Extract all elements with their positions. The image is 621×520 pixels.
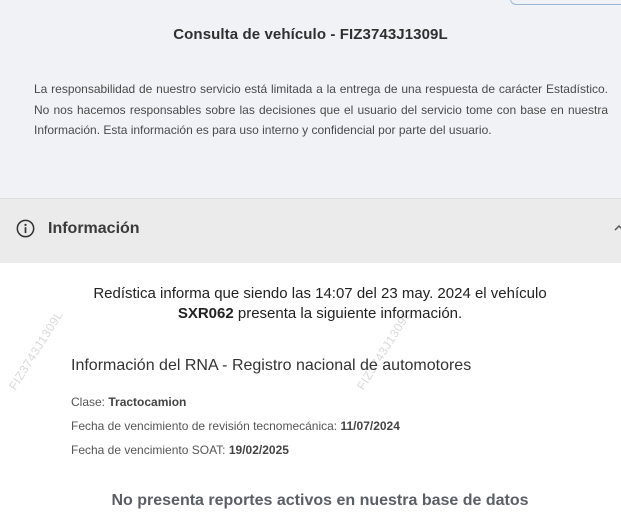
plate-number: SXR062 [177, 305, 234, 322]
field-soat: Fecha de vencimiento SOAT: 19/02/2025 [71, 443, 289, 457]
field-label: Clase: [71, 395, 106, 409]
section-title: Información [48, 220, 140, 237]
info-icon [16, 219, 35, 238]
page-title: Consulta de vehículo - FIZ3743J1309L [173, 26, 448, 43]
intro-text-end: presenta la siguiente información. [237, 305, 463, 322]
query-header: Consulta de vehículo - FIZ3743J1309L La … [0, 0, 621, 198]
rna-title: Información del RNA - Registro nacional … [71, 357, 472, 374]
info-section-header[interactable]: Información [0, 198, 621, 264]
field-value: 19/02/2025 [228, 443, 289, 457]
top-tab-edge[interactable] [510, 0, 621, 5]
no-reports-message: No presenta reportes activos en nuestra … [111, 492, 529, 509]
report-body: FIZ3743J1309L FIZ3743J1309L Redística in… [0, 263, 621, 520]
disclaimer-text: La responsabilidad de nuestro servicio e… [34, 82, 608, 137]
field-value: 11/07/2024 [340, 419, 400, 433]
field-clase: Clase: Tractocamion [71, 395, 186, 409]
field-label: Fecha de vencimiento de revisión tecnome… [71, 419, 338, 433]
intro-text: Redística informa que siendo las 14:07 d… [93, 285, 547, 302]
chevron-up-icon[interactable] [614, 223, 621, 233]
field-value: Tractocamion [108, 395, 187, 409]
field-revision: Fecha de vencimiento de revisión tecnome… [71, 419, 400, 433]
report-intro: Redística informa que siendo las 14:07 d… [0, 284, 621, 324]
field-label: Fecha de vencimiento SOAT: [71, 443, 226, 457]
